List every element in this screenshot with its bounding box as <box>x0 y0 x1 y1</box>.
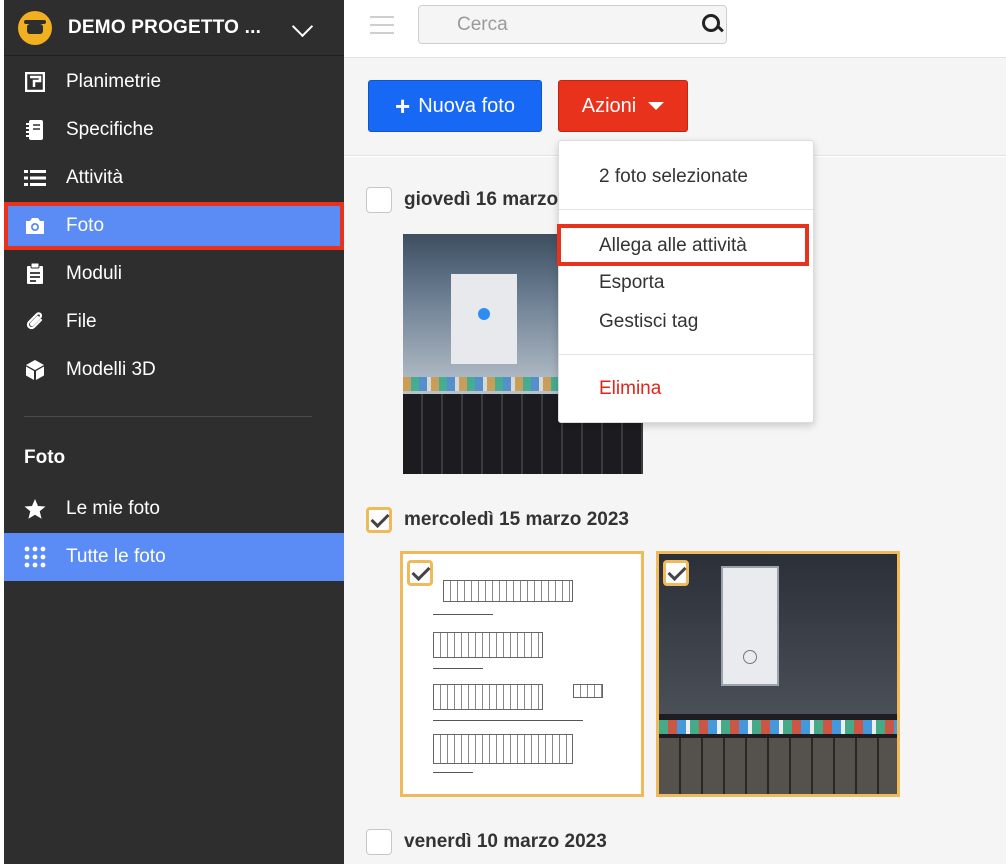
cube-icon <box>22 357 48 383</box>
group-checkbox[interactable] <box>366 829 392 855</box>
project-selector[interactable]: DEMO PROGETTO ... <box>4 0 344 56</box>
sidebar-divider <box>24 416 312 417</box>
star-icon <box>22 496 48 522</box>
sidebar-item-label: File <box>66 311 97 332</box>
sidebar-item-foto[interactable]: Foto <box>4 202 344 250</box>
photo-group-header: venerdì 10 marzo 2023 <box>366 829 607 855</box>
sidebar-item-le-mie-foto[interactable]: Le mie foto <box>4 485 344 533</box>
caret-down-icon <box>648 102 665 110</box>
sidebar-item-tutte-le-foto[interactable]: Tutte le foto <box>4 533 344 581</box>
floorplan-icon <box>22 69 48 95</box>
menu-item-delete[interactable]: Elimina <box>599 378 661 400</box>
sidebar-section-title: Foto <box>24 447 66 468</box>
photo-group-header: giovedì 16 marzo <box>366 187 558 213</box>
actions-button[interactable]: Azioni <box>558 80 688 132</box>
group-date: giovedì 16 marzo <box>404 189 559 210</box>
menu-item-export[interactable]: Esporta <box>599 272 664 294</box>
hamburger-menu-icon[interactable] <box>370 16 394 34</box>
project-name: DEMO PROGETTO ... <box>68 16 262 38</box>
actions-dropdown: 2 foto selezionate Allega alle attività … <box>557 140 814 423</box>
sidebar-item-label: Modelli 3D <box>66 359 156 380</box>
actions-label: Azioni <box>581 94 637 117</box>
photo-thumbnail[interactable] <box>400 551 644 797</box>
new-photo-label: Nuova foto <box>418 94 515 117</box>
sidebar-item-label: Attività <box>66 167 124 188</box>
sidebar-item-attivita[interactable]: Attività <box>4 154 344 202</box>
sidebar-item-label: Le mie foto <box>66 498 160 519</box>
chevron-down-icon[interactable] <box>292 17 314 39</box>
paperclip-icon <box>22 309 48 335</box>
plus-icon: + <box>395 91 411 121</box>
new-photo-button[interactable]: + Nuova foto <box>368 80 542 132</box>
menu-item-attach-to-tasks[interactable]: Allega alle attività <box>557 224 809 266</box>
group-checkbox[interactable] <box>366 187 392 213</box>
sidebar-item-label: Planimetrie <box>66 71 162 92</box>
search-icon[interactable] <box>702 13 720 36</box>
sidebar-item-label: Tutte le foto <box>66 546 166 567</box>
photo-group-header: mercoledì 15 marzo 2023 <box>366 507 629 533</box>
sidebar-item-planimetrie[interactable]: Planimetrie <box>4 58 344 106</box>
list-icon <box>22 165 48 191</box>
group-date: mercoledì 15 marzo 2023 <box>404 509 629 530</box>
sidebar-item-moduli[interactable]: Moduli <box>4 250 344 298</box>
sidebar: DEMO PROGETTO ... Planimetrie Specifiche <box>4 0 344 864</box>
selection-count: 2 foto selezionate <box>599 166 748 187</box>
project-logo-icon <box>18 10 52 45</box>
search-input[interactable] <box>419 13 702 36</box>
photo-thumbnail[interactable] <box>656 551 900 797</box>
grid-dots-icon <box>22 544 48 570</box>
app: DEMO PROGETTO ... Planimetrie Specifiche <box>0 0 1006 864</box>
photo-checkbox[interactable] <box>663 560 689 586</box>
notebook-icon <box>22 117 48 143</box>
sidebar-nav: Planimetrie Specifiche Attività Foto Mod… <box>4 58 344 394</box>
clipboard-icon <box>22 261 48 287</box>
menu-divider <box>559 209 813 210</box>
top-bar <box>344 0 1006 58</box>
sidebar-item-modelli-3d[interactable]: Modelli 3D <box>4 346 344 394</box>
sidebar-item-specifiche[interactable]: Specifiche <box>4 106 344 154</box>
photo-checkbox[interactable] <box>407 560 433 586</box>
sidebar-item-label: Specifiche <box>66 119 154 140</box>
sidebar-item-label: Moduli <box>66 263 122 284</box>
camera-icon <box>22 213 48 239</box>
menu-item-manage-tags[interactable]: Gestisci tag <box>599 311 698 333</box>
group-checkbox[interactable] <box>366 507 392 533</box>
sidebar-item-file[interactable]: File <box>4 298 344 346</box>
sidebar-item-label: Foto <box>66 215 105 236</box>
menu-divider <box>559 354 813 355</box>
group-date: venerdì 10 marzo 2023 <box>404 831 607 852</box>
search-box <box>418 5 727 44</box>
